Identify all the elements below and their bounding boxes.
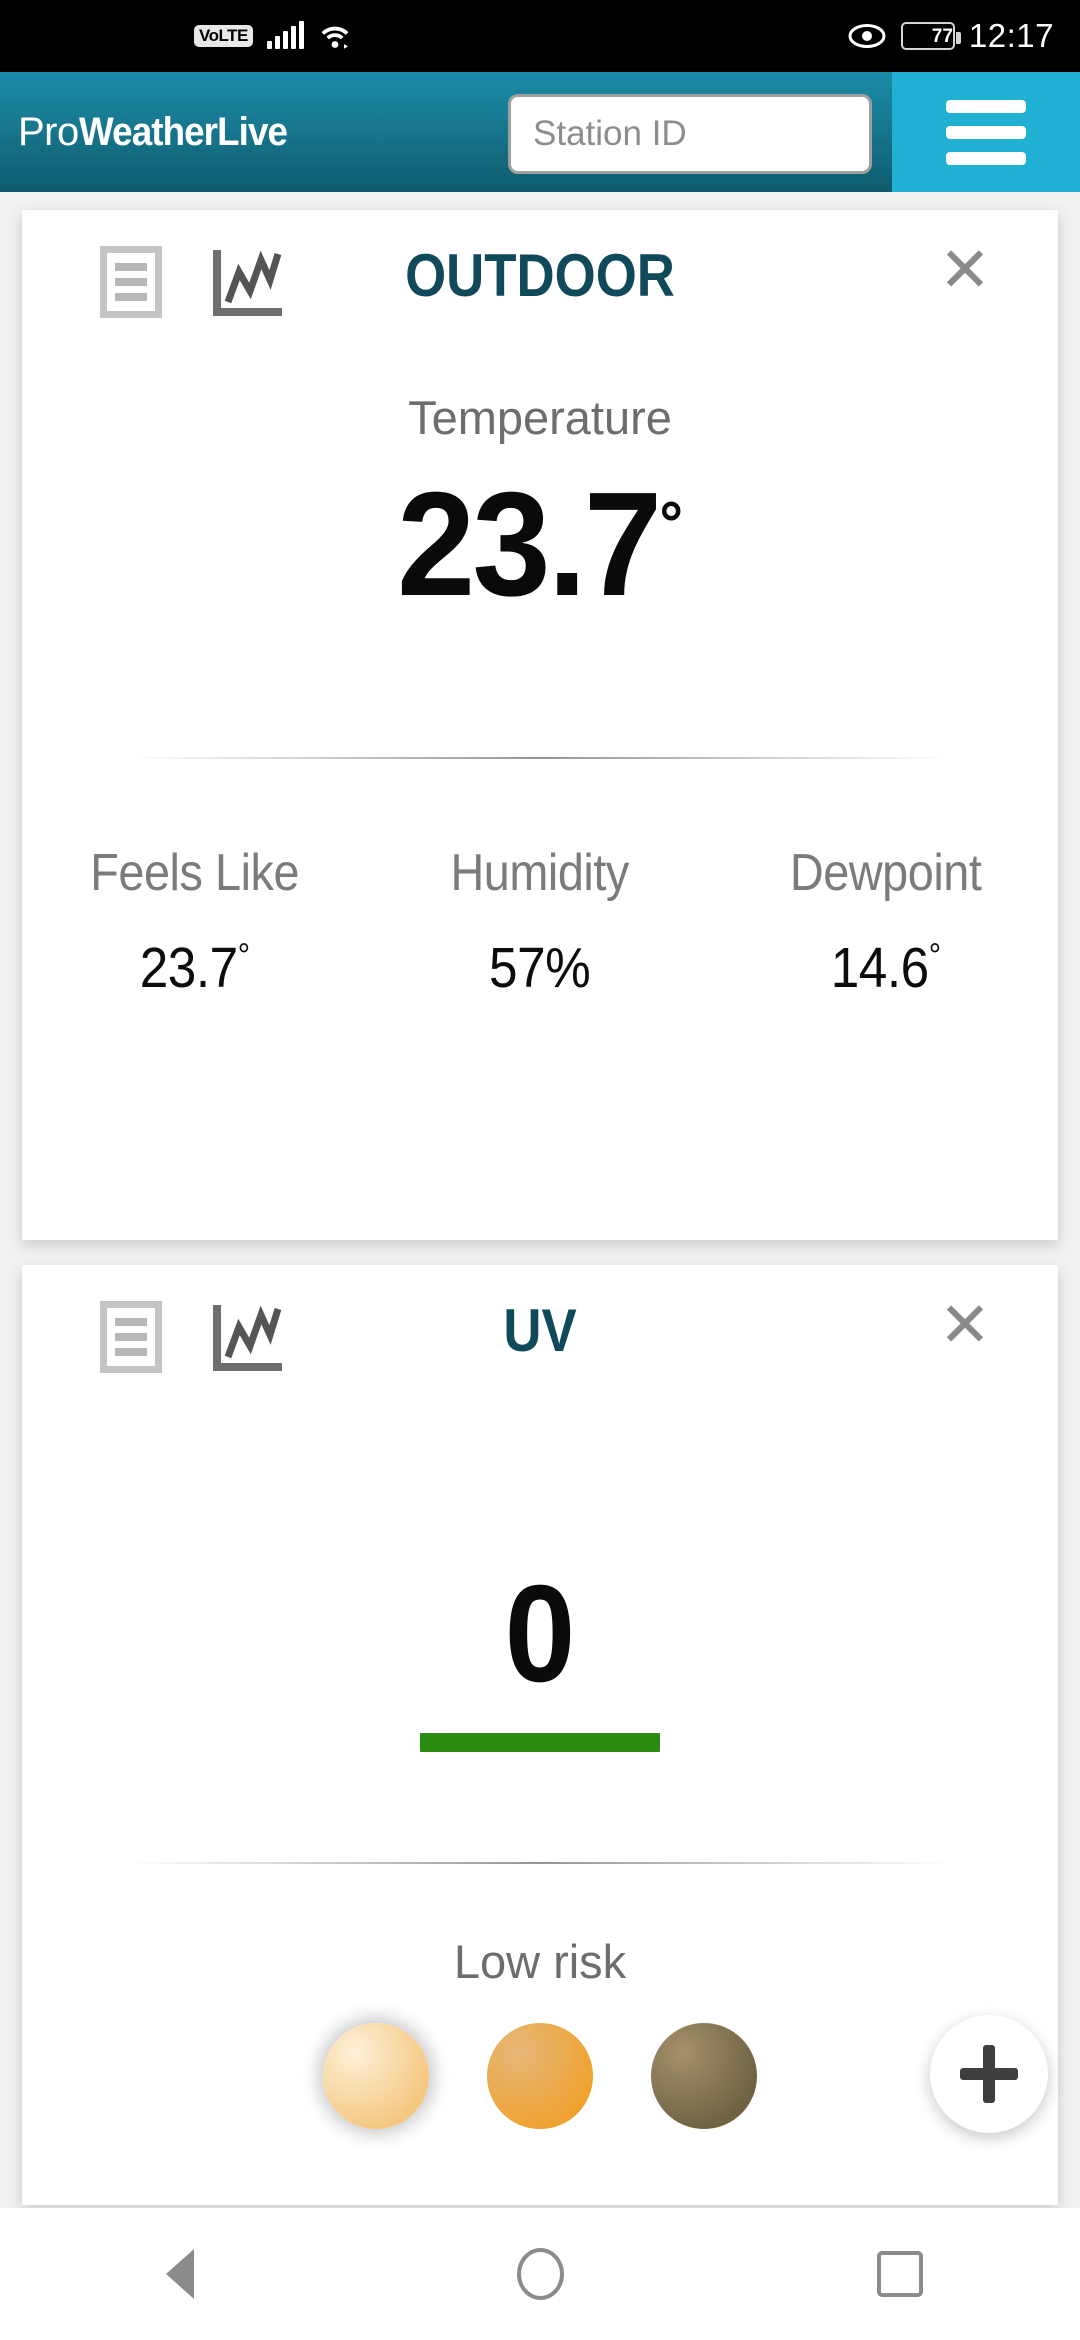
stat-dewpoint: Dewpoint 14.6° [713, 843, 1058, 1001]
hamburger-bar [946, 99, 1026, 113]
card-outdoor-title: OUTDOOR [405, 242, 675, 309]
phone-screen: VoLTE 77 12:17 Pro WeatherLive Station I… [0, 0, 1080, 2340]
outdoor-primary-metric: Temperature 23.7° [22, 390, 1058, 619]
stat-humidity: Humidity 57% [367, 843, 712, 1001]
volte-icon: VoLTE [194, 25, 253, 47]
app-header: Pro WeatherLive [0, 72, 1080, 192]
card-uv-title: UV [503, 1297, 577, 1364]
temperature-number: 23.7 [397, 462, 662, 627]
uv-index-value: 0 [504, 1557, 576, 1711]
skin-tone-light-option[interactable] [323, 2023, 429, 2129]
card-uv-header: UV ✕ [22, 1265, 1058, 1395]
brand-prefix: Pro [18, 110, 79, 154]
plus-icon [960, 2045, 1018, 2103]
stat-value: 23.7° [139, 936, 250, 1000]
skin-tone-dark-option[interactable] [651, 2023, 757, 2129]
skin-tone-medium-option[interactable] [487, 2023, 593, 2129]
app-brand: Pro WeatherLive [18, 112, 305, 152]
uv-risk-section: Low risk [22, 1934, 1058, 2129]
close-icon[interactable]: ✕ [934, 1295, 996, 1359]
card-outdoor: OUTDOOR ✕ Temperature 23.7° Feels Like 2… [22, 210, 1058, 1240]
card-outdoor-header: OUTDOOR ✕ [22, 210, 1058, 340]
temperature-unit: ° [659, 489, 683, 559]
card-uv: UV ✕ 0 Low risk [22, 1265, 1058, 2205]
back-triangle-icon [166, 2249, 194, 2299]
android-nav-bar [0, 2208, 1080, 2340]
battery-icon: 77 [900, 22, 961, 50]
stat-label: Humidity [450, 844, 630, 902]
add-card-fab[interactable] [930, 2015, 1048, 2133]
recents-square-icon [877, 2251, 923, 2297]
outdoor-stats-row: Feels Like 23.7° Humidity 57% Dewpoint 1… [22, 843, 1058, 1001]
uv-primary-metric: 0 [22, 1565, 1058, 1752]
clock: 12:17 [968, 17, 1054, 54]
stat-feels-like: Feels Like 23.7° [22, 843, 367, 1001]
station-search-wrap [508, 94, 872, 174]
wifi-icon [318, 22, 352, 50]
nav-home-button[interactable] [465, 2208, 615, 2340]
temperature-value: 23.7° [48, 471, 1032, 619]
home-circle-icon [516, 2248, 564, 2300]
uv-risk-label: Low risk [453, 1935, 627, 1988]
outdoor-divider [130, 757, 950, 759]
stat-value: 14.6° [830, 936, 941, 1000]
battery-percent: 77 [931, 25, 953, 47]
brand-main: WeatherLive [78, 110, 288, 154]
hamburger-menu-button[interactable] [892, 72, 1080, 192]
eye-comfort-icon [847, 23, 887, 49]
station-id-input[interactable] [508, 94, 872, 174]
uv-level-bar [420, 1733, 660, 1752]
stat-value: 57% [489, 936, 591, 1000]
stat-label: Feels Like [90, 844, 300, 902]
status-bar-right: 77 12:17 [847, 17, 1054, 55]
hamburger-bar [946, 151, 1026, 165]
status-bar: VoLTE 77 12:17 [0, 0, 1080, 72]
temperature-label: Temperature [408, 391, 672, 444]
status-bar-left: VoLTE [194, 21, 352, 50]
uv-divider [130, 1862, 950, 1864]
stat-label: Dewpoint [789, 844, 982, 902]
close-icon[interactable]: ✕ [934, 240, 996, 304]
skin-tone-selector [22, 2023, 1058, 2129]
nav-back-button[interactable] [105, 2208, 255, 2340]
hamburger-bar [946, 125, 1026, 139]
nav-recents-button[interactable] [825, 2208, 975, 2340]
signal-bars-icon [266, 21, 304, 49]
